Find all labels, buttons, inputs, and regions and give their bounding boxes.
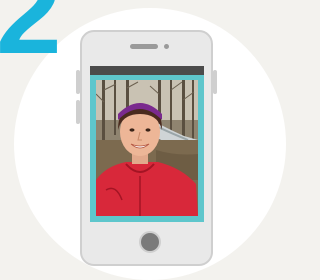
speaker-grille bbox=[130, 44, 158, 49]
volume-down-button bbox=[76, 100, 80, 124]
selfie-photo bbox=[96, 80, 198, 216]
power-button bbox=[213, 70, 217, 94]
phone-screen bbox=[90, 66, 204, 222]
screen-status-bar bbox=[90, 66, 204, 75]
home-button bbox=[139, 231, 161, 253]
volume-up-button bbox=[76, 70, 80, 94]
step-number: 2 bbox=[0, 0, 62, 79]
front-camera bbox=[164, 44, 169, 49]
smartphone bbox=[76, 30, 217, 266]
